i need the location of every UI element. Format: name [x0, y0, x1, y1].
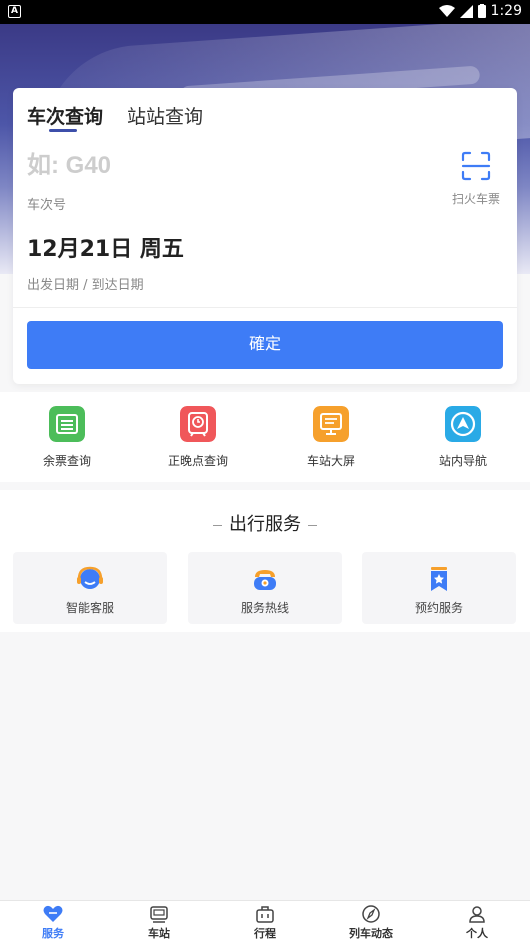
quick-item-remaining-tickets[interactable]: 余票查询	[12, 406, 122, 469]
divider	[13, 307, 517, 308]
service-smart-support[interactable]: 智能客服	[13, 552, 167, 624]
status-time: 1:29	[490, 3, 522, 19]
scan-icon	[461, 151, 491, 181]
quick-item-label: 车站大屏	[306, 454, 355, 468]
customer-service-icon	[77, 566, 103, 589]
station-icon	[150, 906, 168, 923]
nav-label: 列车动态	[349, 927, 393, 940]
service-label: 智能客服	[65, 601, 114, 615]
user-icon	[469, 906, 485, 923]
nav-item-station[interactable]: 车站	[106, 901, 212, 943]
travel-date-value[interactable]: 12月21日 周五	[27, 231, 184, 263]
heart-icon	[43, 905, 63, 922]
scan-ticket-label: 扫火车票	[451, 192, 500, 206]
service-label: 服务热线	[240, 601, 289, 615]
ticket-list-icon	[49, 406, 85, 442]
active-tab-indicator	[49, 129, 77, 132]
tab-station-query[interactable]: 站站查询	[127, 102, 203, 129]
bottom-nav: 服务 车站 行程 列车动态 个人	[0, 900, 530, 943]
signal-icon	[459, 4, 473, 18]
travel-services-section: 出行服务 智能客服 服务热线 预约服务	[0, 490, 530, 632]
nav-label: 服务	[42, 927, 64, 940]
nav-label: 行程	[254, 927, 276, 940]
compass-icon	[362, 905, 380, 923]
quick-item-train-delay[interactable]: 正晚点查询	[143, 406, 253, 469]
nav-item-profile[interactable]: 个人	[424, 901, 530, 943]
confirm-button[interactable]: 確定	[27, 321, 503, 369]
nav-label: 个人	[466, 927, 488, 940]
service-reservation[interactable]: 预约服务	[362, 552, 516, 624]
status-icons: 1:29	[438, 3, 522, 19]
phone-icon	[254, 570, 276, 590]
service-label: 预约服务	[414, 601, 463, 615]
quick-item-station-screen[interactable]: 车站大屏	[276, 406, 386, 469]
nav-item-services[interactable]: 服务	[0, 901, 106, 943]
title-dash	[213, 524, 222, 526]
quick-menu: 余票查询 正晚点查询 车站大屏 站内导航	[0, 392, 530, 482]
train-number-label: 车次号	[27, 198, 67, 213]
wifi-icon	[438, 4, 455, 17]
display-board-icon	[313, 406, 349, 442]
query-card: 车次查询 站站查询 车次号 扫火车票 12月21日 周五 出发日期 / 到达日期…	[13, 88, 517, 384]
navigation-icon	[445, 406, 481, 442]
train-number-input[interactable]	[27, 152, 427, 180]
luggage-icon	[256, 906, 274, 923]
status-bar: A 1:29	[0, 0, 530, 24]
nav-item-train-status[interactable]: 列车动态	[318, 901, 424, 943]
travel-date-label: 出发日期 / 到达日期	[27, 278, 144, 293]
section-title-text: 出行服务	[229, 514, 301, 535]
notification-icon: A	[8, 5, 21, 18]
tab-train-number-query[interactable]: 车次查询	[27, 102, 103, 129]
quick-item-station-navigation[interactable]: 站内导航	[408, 406, 518, 469]
nav-item-itinerary[interactable]: 行程	[212, 901, 318, 943]
quick-item-label: 站内导航	[438, 454, 487, 468]
quick-item-label: 正晚点查询	[167, 454, 228, 468]
train-clock-icon	[180, 406, 216, 442]
battery-icon	[477, 4, 486, 18]
title-dash	[308, 524, 317, 526]
nav-label: 车站	[148, 927, 170, 940]
section-title: 出行服务	[0, 510, 530, 536]
bookmark-star-icon	[431, 567, 447, 591]
quick-item-label: 余票查询	[42, 454, 91, 468]
service-hotline[interactable]: 服务热线	[188, 552, 342, 624]
scan-ticket-button[interactable]: 扫火车票	[449, 150, 503, 210]
